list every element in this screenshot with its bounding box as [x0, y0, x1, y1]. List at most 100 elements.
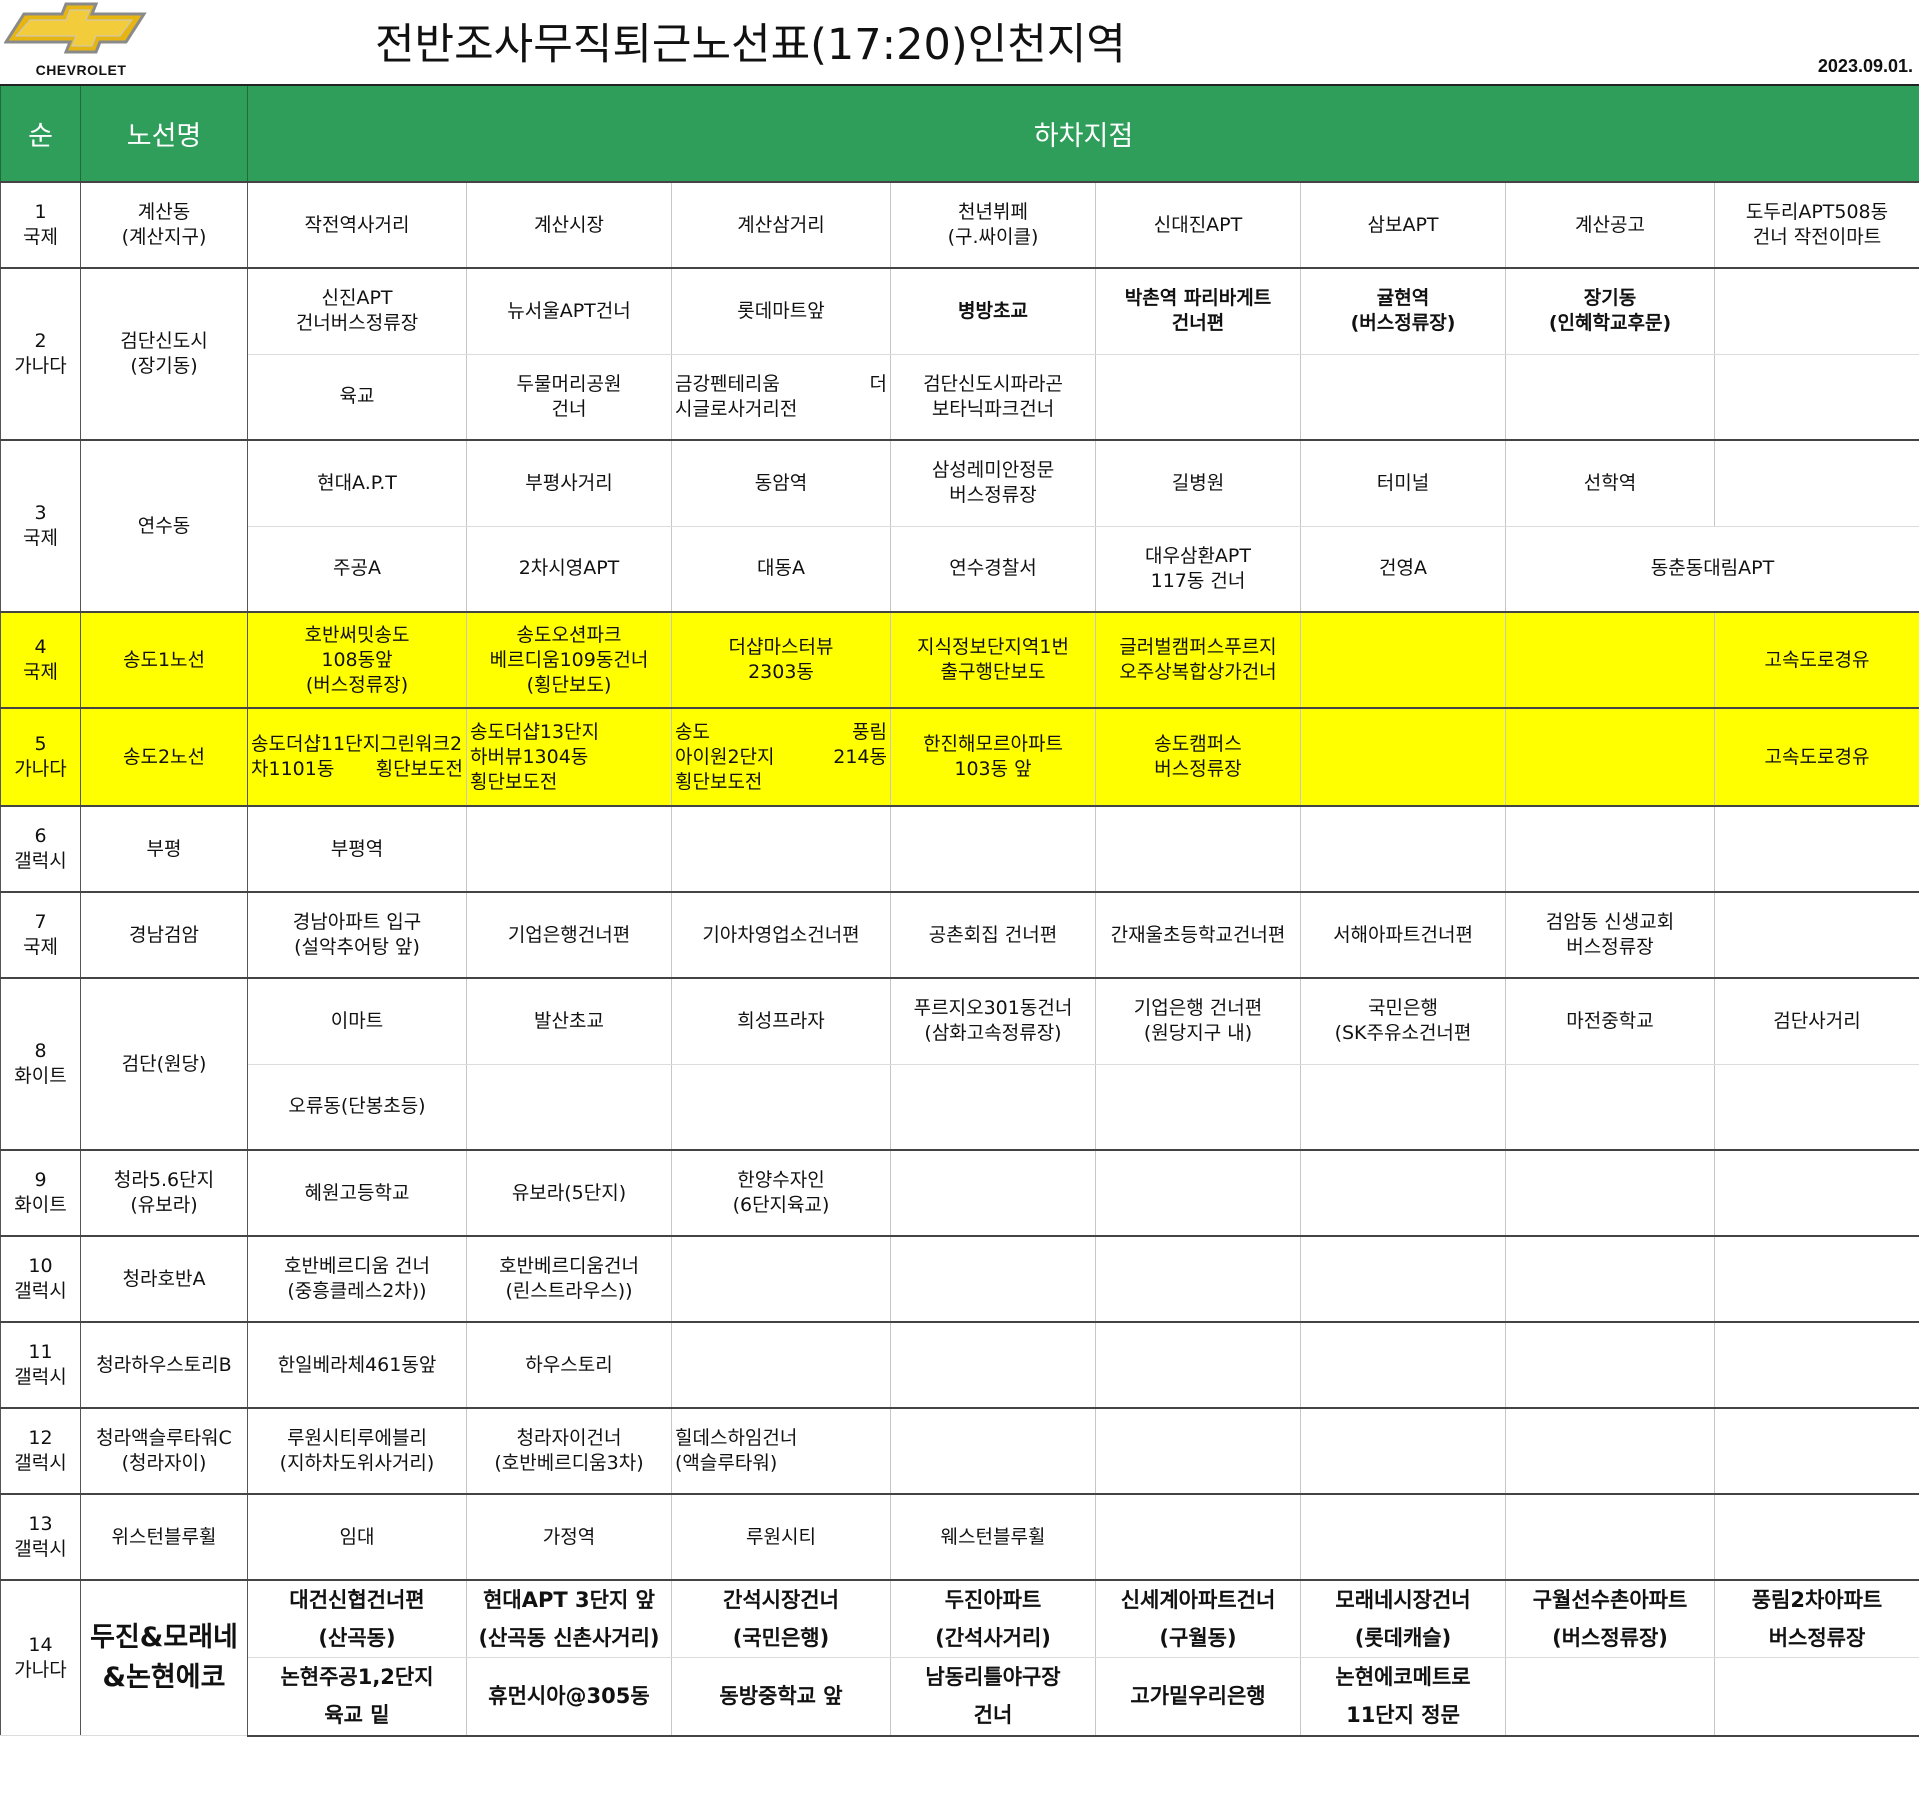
stop-cell: 계산공고 — [1505, 181, 1715, 269]
route-number: 11 갤럭시 — [0, 1321, 81, 1409]
stop-cell: 연수경찰서 — [890, 525, 1096, 613]
stop-cell: 이마트 — [247, 977, 467, 1065]
stop-cell: 남동리틀야구장 건너 — [890, 1657, 1096, 1737]
stop-cell: 임대 — [247, 1493, 467, 1581]
document-date: 2023.09.01. — [1817, 56, 1913, 76]
stop-cell: 2차시영APT — [466, 525, 672, 613]
stop-cell-empty — [890, 1407, 1096, 1495]
route-name: 위스턴블루휠 — [80, 1493, 248, 1581]
route-vendor: 화이트 — [14, 1194, 67, 1216]
stop-cell: 하우스토리 — [466, 1321, 672, 1409]
stop-cell: 신진APT 건너버스정류장 — [247, 267, 467, 355]
stop-cell: 오류동(단봉초등) — [247, 1063, 467, 1151]
stop-cell: 공촌회집 건너편 — [890, 891, 1096, 979]
route-vendor: 갤럭시 — [14, 1538, 67, 1560]
route-number-value: 5 — [34, 733, 47, 755]
route-number: 12 갤럭시 — [0, 1407, 81, 1495]
stop-cell: 더샵마스터뷰 2303동 — [671, 611, 891, 709]
stop-cell: 터미널 — [1300, 439, 1506, 527]
stop-cell: 한진해모르아파트 103동 앞 — [890, 707, 1096, 807]
route-number-value: 3 — [34, 502, 47, 524]
table-row: 오류동(단봉초등) — [1, 1063, 1919, 1151]
route-name: 계산동 (계산지구) — [80, 181, 248, 269]
stop-cell: 풍림2차아파트 버스정류장 — [1714, 1579, 1919, 1658]
stop-cell: 두물머리공원 건너 — [466, 353, 672, 441]
route-name: 경남검암 — [80, 891, 248, 979]
stop-cell-empty — [1505, 1321, 1715, 1409]
route-vendor: 가나다 — [14, 758, 67, 780]
bowtie-icon — [3, 2, 147, 54]
stop-cell-empty — [1095, 1493, 1301, 1581]
route-name: 송도1노선 — [80, 611, 248, 709]
table-row: 14 가나다 두진&모래네 &논현에코 대건신협건너편 (산곡동) 현대APT 3단지 앞(… — [0, 1579, 1919, 1736]
stop-cell-empty — [1095, 1149, 1301, 1237]
route-number-value: 10 — [28, 1255, 53, 1277]
stop-cell: 호반써밋송도 108동앞 (버스정류장) — [247, 611, 467, 709]
stop-cell: 선학역 — [1505, 439, 1715, 527]
stop-cell: 지식정보단지역1번 출구행단보도 — [890, 611, 1096, 709]
table-row: 10 갤럭시 청라호반A 호반베르디움 건너 (중흥클레스2차)) 호반베르디움건너 (린스… — [0, 1235, 1919, 1323]
stop-cell: 현대A.P.T — [247, 439, 467, 527]
stop-cell: 경남아파트 입구 (설악추어탕 앞) — [247, 891, 467, 979]
page-title: 전반조사무직퇴근노선표(17:20)인천지역 — [375, 20, 1126, 70]
route-number-value: 11 — [28, 1341, 53, 1363]
table-row: 4 국제 송도1노선 호반써밋송도 108동앞 (버스정류장) 송도오션파크 베르디움109동… — [0, 611, 1919, 709]
stop-cell: 휴먼시아@305동 — [466, 1657, 672, 1737]
stop-cell: 청라자이건너 (호반베르디움3차) — [466, 1407, 672, 1495]
stop-cell: 부평사거리 — [466, 439, 672, 527]
stop-cell: 신세계아파트건너 (구월동) — [1095, 1579, 1301, 1658]
stop-cell-empty — [1505, 1493, 1715, 1581]
stop-cell: 귤현역 (버스정류장) — [1300, 267, 1506, 355]
stop-cell: 삼성레미안정문 버스정류장 — [890, 439, 1096, 527]
stop-cell-empty — [1714, 267, 1919, 355]
stop-cell: 기아차영업소건너편 — [671, 891, 891, 979]
route-name: 청라하우스토리B — [80, 1321, 248, 1409]
route-number-value: 7 — [34, 911, 47, 933]
stop-cell-empty — [671, 1321, 891, 1409]
route-name: 청라액슬루타워C (청라자이) — [80, 1407, 248, 1495]
stop-cell: 기업은행 건너편 (원당지구 내) — [1095, 977, 1301, 1065]
stop-cell: 박촌역 파리바게트 건너편 — [1095, 267, 1301, 355]
stop-cell-empty — [1505, 1407, 1715, 1495]
stop-cell-empty — [1300, 353, 1506, 441]
chevrolet-logo: CHEVROLET — [3, 2, 158, 80]
stop-cell: 구월선수촌아파트 (버스정류장) — [1505, 1579, 1715, 1658]
stop-cell: 호반베르디움 건너 (중흥클레스2차)) — [247, 1235, 467, 1323]
stop-cell: 간석시장건너 (국민은행) — [671, 1579, 891, 1658]
stop-cell: 육교 — [247, 353, 467, 441]
route-number: 8 화이트 — [0, 977, 81, 1151]
stop-cell-empty — [890, 1321, 1096, 1409]
stop-cell: 작전역사거리 — [247, 181, 467, 269]
stop-cell: 발산초교 — [466, 977, 672, 1065]
stop-cell: 대우삼환APT 117동 건너 — [1095, 525, 1301, 613]
route-number-value: 8 — [34, 1040, 47, 1062]
route-number-value: 6 — [34, 825, 47, 847]
stop-cell-empty — [1300, 611, 1506, 709]
stop-cell: 동방중학교 앞 — [671, 1657, 891, 1737]
stop-cell: 송도 풍림 아이원2단지 214동 횡단보도전 — [671, 707, 891, 807]
stop-cell: 힐데스하임건너 (액슬루타워) — [671, 1407, 891, 1495]
stop-cell: 동춘동대림APT — [1505, 525, 1919, 613]
stop-cell: 계산삼거리 — [671, 181, 891, 269]
route-number-value: 9 — [34, 1169, 47, 1191]
stop-cell: 천년뷔페 (구.싸이클) — [890, 181, 1096, 269]
route-number: 3 국제 — [0, 439, 81, 613]
stop-cell-empty — [1300, 1235, 1506, 1323]
stop-cell-empty — [890, 1235, 1096, 1323]
table-header-row: 순 노선명 하차지점 — [0, 84, 1919, 183]
stop-cell: 논현주공1,2단지 육교 밑 — [247, 1657, 467, 1737]
table-row: 7 국제 경남검암 경남아파트 입구 (설악추어탕 앞) 기업은행건너편 기아차영업소건너편… — [0, 891, 1919, 979]
table-row: 11 갤럭시 청라하우스토리B 한일베라체461동앞 하우스토리 — [0, 1321, 1919, 1409]
stop-cell: 뉴서울APT건너 — [466, 267, 672, 355]
route-number: 10 갤럭시 — [0, 1235, 81, 1323]
stop-cell: 현대APT 3단지 앞 (산곡동 신촌사거리) — [466, 1579, 672, 1658]
stop-cell-empty — [1300, 1407, 1506, 1495]
route-number-value: 13 — [28, 1513, 53, 1535]
stop-cell: 글러벌캠퍼스푸르지 오주상복합상가건너 — [1095, 611, 1301, 709]
route-number-value: 14 — [28, 1634, 53, 1656]
stop-cell: 푸르지오301동건너 (삼화고속정류장) — [890, 977, 1096, 1065]
route-vendor: 갤럭시 — [14, 1366, 67, 1388]
route-table-body: 1 국제 계산동 (계산지구) 작전역사거리 계산시장 계산삼거리 천년뷔페 (구.싸이클) 신대… — [0, 181, 1919, 1737]
stop-cell: 모래네시장건너 (롯데캐슬) — [1300, 1579, 1506, 1658]
stop-cell: 루원시티 — [671, 1493, 891, 1581]
